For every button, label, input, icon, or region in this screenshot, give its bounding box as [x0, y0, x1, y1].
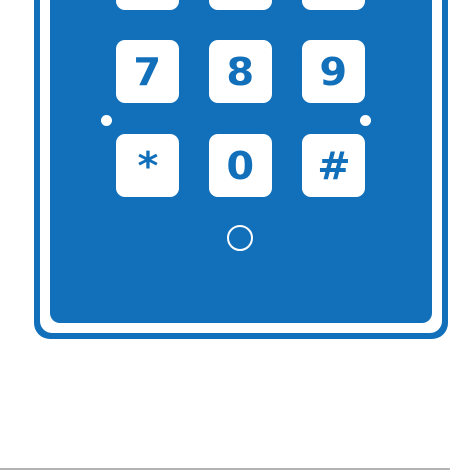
screw-left-icon	[101, 115, 112, 126]
keypad-key-star[interactable]: *	[116, 134, 179, 197]
keypad-key-7-label: 7	[133, 49, 162, 94]
keypad-key-8-label: 8	[226, 49, 255, 94]
keypad-key-9[interactable]: 9	[302, 40, 365, 103]
keypad-key-0[interactable]: 0	[209, 134, 272, 197]
keypad-key-star-label: *	[137, 143, 158, 188]
bottom-divider	[0, 468, 450, 470]
keypad-key-8[interactable]: 8	[209, 40, 272, 103]
keypad-key-top-right[interactable]	[302, 0, 365, 10]
keypad-key-hash-label: #	[316, 143, 351, 188]
keypad-key-0-label: 0	[226, 143, 255, 188]
keypad-key-9-label: 9	[319, 49, 348, 94]
keypad-key-top-left[interactable]	[116, 0, 179, 10]
screw-right-icon	[360, 115, 371, 126]
keypad-key-7[interactable]: 7	[116, 40, 179, 103]
keypad-key-hash[interactable]: #	[302, 134, 365, 197]
keypad-key-top-middle[interactable]	[209, 0, 272, 10]
status-led-icon	[227, 225, 253, 251]
